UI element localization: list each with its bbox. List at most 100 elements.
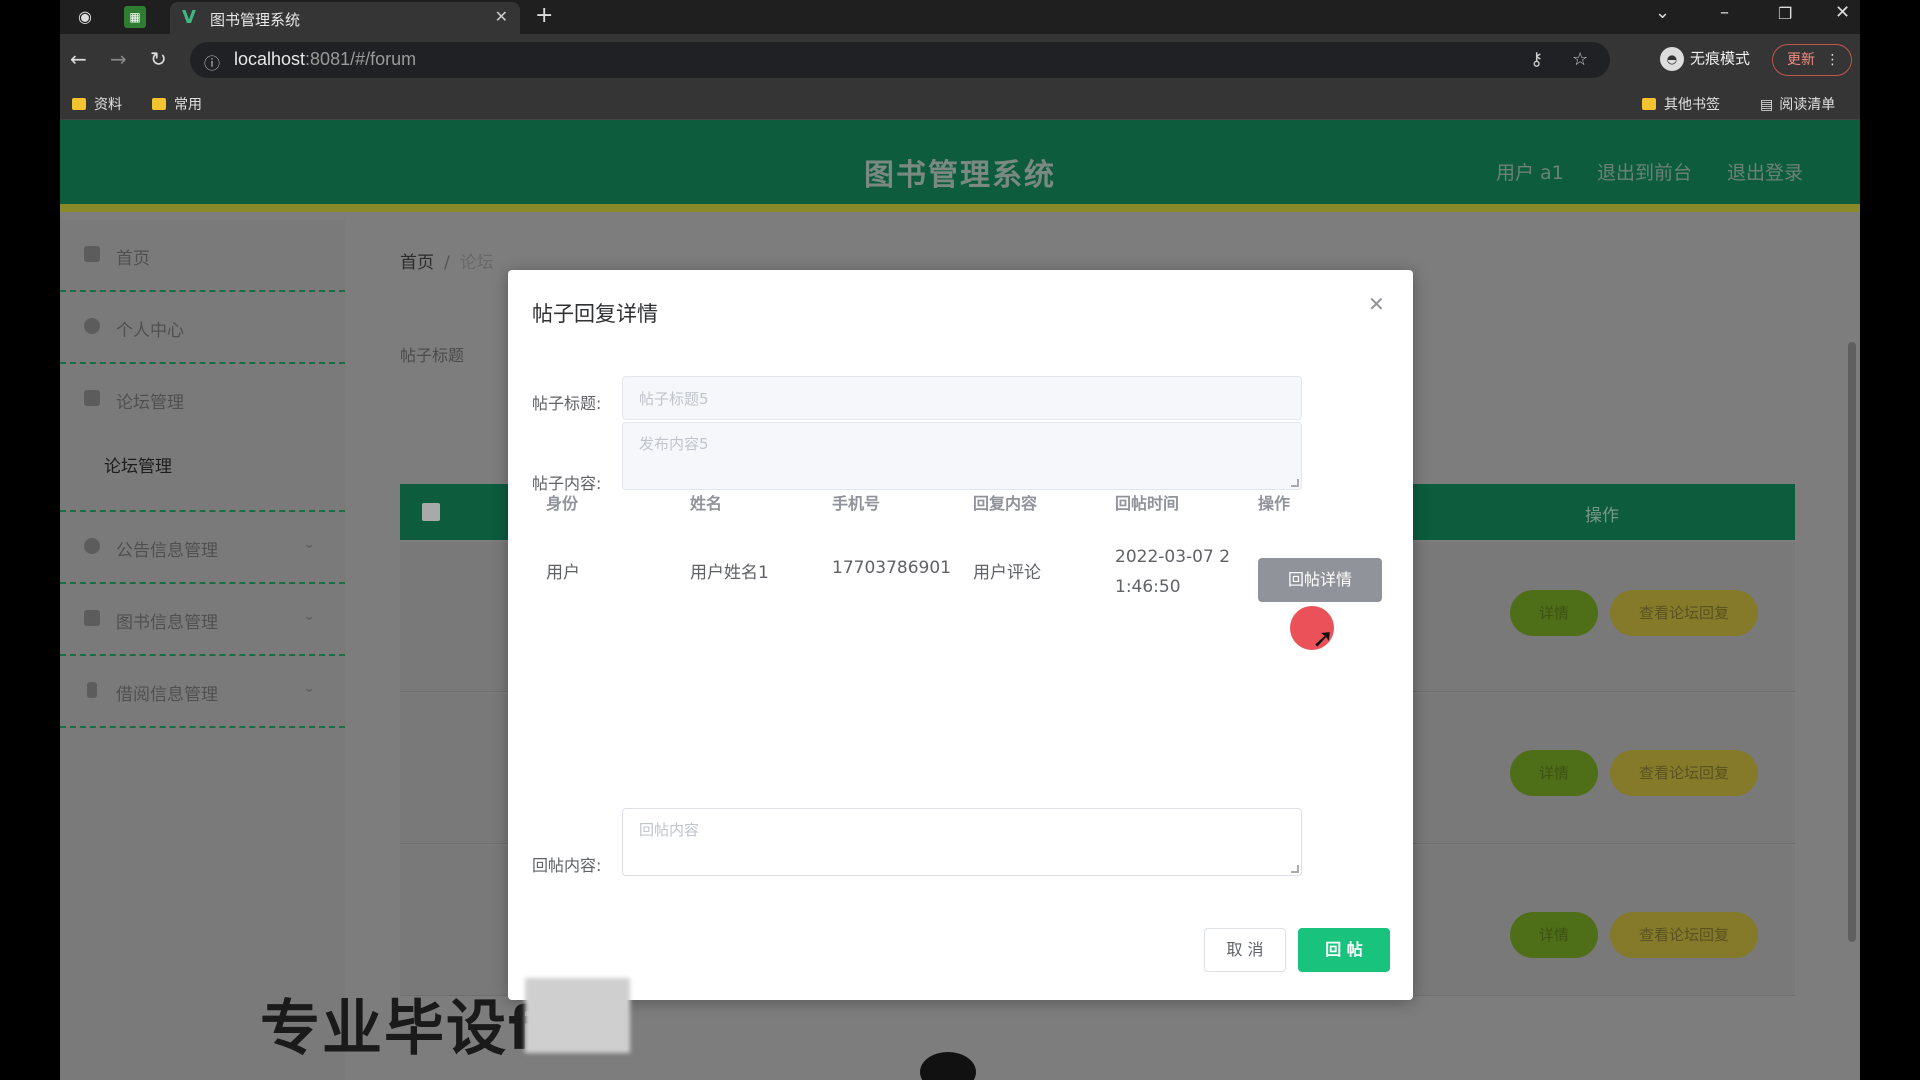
browser-tabbar: ◉ ▦ V 图书管理系统 ✕ + ⌄ – ❐ ✕ <box>60 0 1860 34</box>
app-title: 图书管理系统 <box>864 158 1056 193</box>
reply-detail-dialog: 帖子回复详情 ✕ 帖子标题: 帖子标题5 帖子内容: 发布内容5 身份 姓名 手… <box>508 270 1413 1000</box>
dialog-title: 帖子回复详情 <box>532 302 658 326</box>
update-button[interactable]: 更新 ⋮ <box>1772 44 1852 76</box>
post-title-field[interactable]: 帖子标题5 <box>622 376 1302 420</box>
browser-toolbar: ← → ↻ ⓘ localhost:8081/#/forum ⚷ ☆ ◓ 无痕模式… <box>60 34 1860 86</box>
sidebar-item-label: 首页 <box>116 249 150 269</box>
user-icon <box>84 318 100 334</box>
address-url: localhost:8081/#/forum <box>234 49 417 69</box>
header-logout-link[interactable]: 退出登录 <box>1727 158 1803 185</box>
cancel-button[interactable]: 取 消 <box>1204 928 1286 972</box>
post-content-field[interactable]: 发布内容5 <box>622 422 1302 490</box>
bookmark-other[interactable]: 其他书签 <box>1642 94 1720 114</box>
breadcrumb-home[interactable]: 首页 <box>400 253 434 273</box>
breadcrumb: 首页 / 论坛 <box>400 253 494 273</box>
reading-list-icon: ▤ <box>1760 97 1774 113</box>
app-tab-icon[interactable]: ▦ <box>124 6 146 28</box>
chrome-icon[interactable]: ◉ <box>74 6 96 28</box>
view-replies-button[interactable]: 查看论坛回复 <box>1610 750 1758 796</box>
detail-button[interactable]: 详情 <box>1510 590 1598 636</box>
search-label: 帖子标题 <box>400 346 465 365</box>
reply-phone: 17703786901 <box>832 558 951 578</box>
notice-icon <box>84 538 100 554</box>
new-tab-icon[interactable]: + <box>535 3 553 28</box>
bookmark-star-icon[interactable]: ☆ <box>1572 49 1588 70</box>
col-phone: 手机号 <box>832 494 881 513</box>
sidebar-item-notice[interactable]: 公告信息管理 ⌄ <box>60 512 345 584</box>
home-icon <box>84 246 100 262</box>
col-content: 回复内容 <box>973 494 1038 513</box>
sidebar-item-books[interactable]: 图书信息管理 ⌄ <box>60 584 345 656</box>
bookmarks-bar: 资料 常用 其他书签 ▤ 阅读清单 <box>60 86 1860 120</box>
reply-content-label: 回帖内容: <box>532 856 602 875</box>
sidebar-item-label: 借阅信息管理 <box>116 685 218 705</box>
header-user[interactable]: 用户 a1 <box>1496 158 1564 185</box>
sidebar-item-home[interactable]: 首页 <box>60 220 345 292</box>
reply-placeholder: 回帖内容 <box>639 821 700 839</box>
post-title-label: 帖子标题: <box>532 394 602 413</box>
post-content-value: 发布内容5 <box>639 435 709 453</box>
tab-close-icon[interactable]: ✕ <box>495 7 508 26</box>
blurred-overlay <box>525 978 630 1053</box>
reply-time: 2022-03-07 21:46:50 <box>1115 547 1231 597</box>
detail-button[interactable]: 详情 <box>1510 912 1598 958</box>
minimize-icon[interactable]: – <box>1720 2 1729 23</box>
view-replies-button[interactable]: 查看论坛回复 <box>1610 590 1758 636</box>
bookmark-folder-1[interactable]: 资料 <box>72 94 122 114</box>
view-replies-button[interactable]: 查看论坛回复 <box>1610 912 1758 958</box>
detail-button[interactable]: 详情 <box>1510 750 1598 796</box>
site-info-icon[interactable]: ⓘ <box>204 50 220 74</box>
table-row: 用户 用户姓名1 17703786901 用户评论 2022-03-07 21:… <box>532 532 1382 612</box>
restore-icon[interactable]: ❐ <box>1778 4 1792 23</box>
dialog-close-icon[interactable]: ✕ <box>1368 292 1385 316</box>
folder-icon <box>72 98 86 110</box>
submit-reply-button[interactable]: 回 帖 <box>1298 928 1390 972</box>
page-scrollbar[interactable] <box>1848 342 1856 942</box>
col-time: 回帖时间 <box>1115 494 1180 513</box>
back-icon[interactable]: ← <box>70 47 87 71</box>
app-header: 图书管理系统 用户 a1 退出到前台 退出登录 <box>60 120 1860 212</box>
folder-icon <box>152 98 166 110</box>
reply-detail-button[interactable]: 回帖详情 <box>1258 558 1382 602</box>
book-icon <box>84 610 100 626</box>
col-role: 身份 <box>546 494 579 513</box>
table-header-operation: 操作 <box>1585 506 1619 526</box>
sidebar-item-forum[interactable]: 论坛管理 论坛管理 <box>60 364 345 512</box>
sidebar-item-label: 个人中心 <box>116 321 184 341</box>
sidebar-item-label: 公告信息管理 <box>116 541 218 561</box>
sidebar-subitem-forum[interactable]: 论坛管理 <box>104 452 172 477</box>
sidebar-item-profile[interactable]: 个人中心 <box>60 292 345 364</box>
borrow-icon <box>87 682 97 698</box>
reply-content-input[interactable]: 回帖内容 <box>622 808 1302 876</box>
bookmark-folder-2[interactable]: 常用 <box>152 94 202 114</box>
sidebar: 首页 个人中心 论坛管理 论坛管理 公告信息管理 ⌄ 图书信息管理 ⌄ 借阅信息… <box>60 220 345 1080</box>
header-front-link[interactable]: 退出到前台 <box>1597 158 1692 185</box>
sidebar-item-borrow[interactable]: 借阅信息管理 ⌄ <box>60 656 345 728</box>
sidebar-item-label: 论坛管理 <box>116 393 184 413</box>
forward-icon[interactable]: → <box>110 47 127 71</box>
col-action: 操作 <box>1258 494 1291 513</box>
reply-content: 用户评论 <box>973 563 1041 583</box>
reply-table-header: 身份 姓名 手机号 回复内容 回帖时间 操作 <box>532 490 1372 522</box>
chevron-down-icon: ⌄ <box>303 680 315 696</box>
forum-icon <box>84 390 100 406</box>
breadcrumb-current: 论坛 <box>459 253 494 273</box>
select-all-checkbox[interactable] <box>422 503 440 521</box>
col-name: 姓名 <box>690 494 723 513</box>
browser-tab-active[interactable]: V 图书管理系统 ✕ <box>170 2 520 34</box>
address-bar[interactable]: ⓘ localhost:8081/#/forum ⚷ ☆ <box>190 42 1610 78</box>
video-watermark: 专业毕设f <box>260 994 537 1064</box>
reply-name: 用户姓名1 <box>690 563 769 583</box>
vue-icon: V <box>182 7 196 28</box>
reading-list[interactable]: ▤ 阅读清单 <box>1760 94 1835 114</box>
resize-handle-icon[interactable] <box>1291 865 1299 873</box>
resize-handle-icon[interactable] <box>1291 479 1299 487</box>
more-menu-icon[interactable]: ⋮ <box>1825 52 1839 68</box>
close-window-icon[interactable]: ✕ <box>1835 2 1850 23</box>
tab-search-icon[interactable]: ⌄ <box>1655 2 1670 23</box>
incognito-indicator[interactable]: ◓ 无痕模式 <box>1660 47 1750 71</box>
reload-icon[interactable]: ↻ <box>150 47 167 71</box>
screen: ◉ ▦ V 图书管理系统 ✕ + ⌄ – ❐ ✕ ← → ↻ ⓘ localho… <box>60 0 1860 1080</box>
key-icon[interactable]: ⚷ <box>1530 49 1543 70</box>
tab-title: 图书管理系统 <box>210 11 301 29</box>
